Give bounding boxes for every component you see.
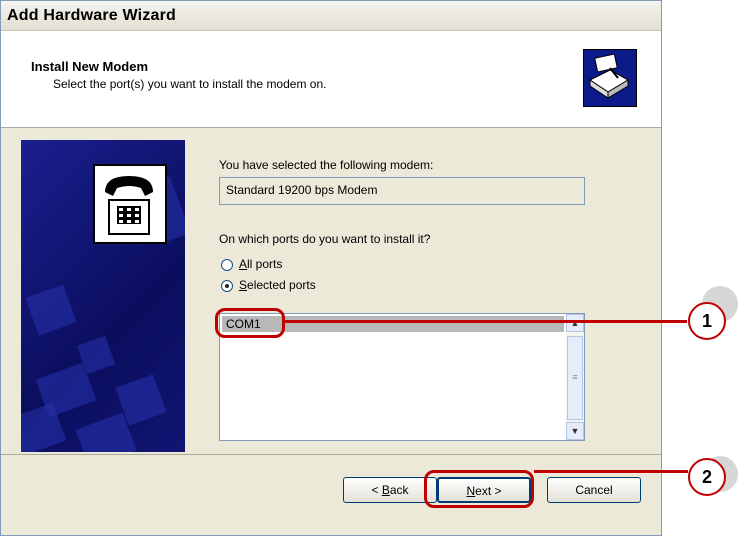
cancel-button[interactable]: Cancel [547, 477, 641, 503]
radio-all-ports[interactable]: All ports [221, 257, 341, 273]
radio-all-ports-label: All ports [239, 257, 283, 271]
com1-highlight [215, 308, 285, 338]
radio-selected-ports-label: Selected ports [239, 278, 316, 292]
wizard-header: Install New Modem Select the port(s) you… [1, 31, 661, 128]
callout-1: 1 [688, 302, 726, 340]
radio-selected-ports[interactable]: Selected ports [221, 278, 361, 294]
back-button[interactable]: < Back [343, 477, 437, 503]
title-bar[interactable]: Add Hardware Wizard [1, 1, 661, 31]
window-title: Add Hardware Wizard [7, 7, 177, 24]
footer-divider [1, 454, 661, 455]
modem-name-field: Standard 19200 bps Modem [219, 177, 585, 205]
scroll-thumb[interactable]: ≡ [567, 336, 583, 420]
header-subtitle: Select the port(s) you want to install t… [53, 77, 327, 91]
radio-all-ports-circle[interactable] [221, 259, 233, 271]
scroll-down-button[interactable]: ▼ [566, 422, 584, 440]
hardware-wizard-icon [583, 49, 637, 107]
wizard-window: Add Hardware Wizard Install New Modem Se… [0, 0, 662, 536]
callout-2: 2 [688, 458, 726, 496]
modem-name-value: Standard 19200 bps Modem [226, 183, 378, 197]
ports-question-label: On which ports do you want to install it… [219, 232, 431, 246]
selected-modem-label: You have selected the following modem: [219, 158, 434, 172]
header-title: Install New Modem [31, 59, 149, 74]
listbox-scrollbar[interactable]: ▲ ≡ ▼ [566, 314, 584, 440]
callout-1-connector [285, 320, 687, 323]
phone-icon [93, 164, 167, 244]
scroll-up-button[interactable]: ▲ [566, 314, 584, 332]
radio-selected-ports-circle[interactable] [221, 280, 233, 292]
callout-2-connector [534, 470, 688, 473]
next-button-highlight [424, 470, 534, 508]
